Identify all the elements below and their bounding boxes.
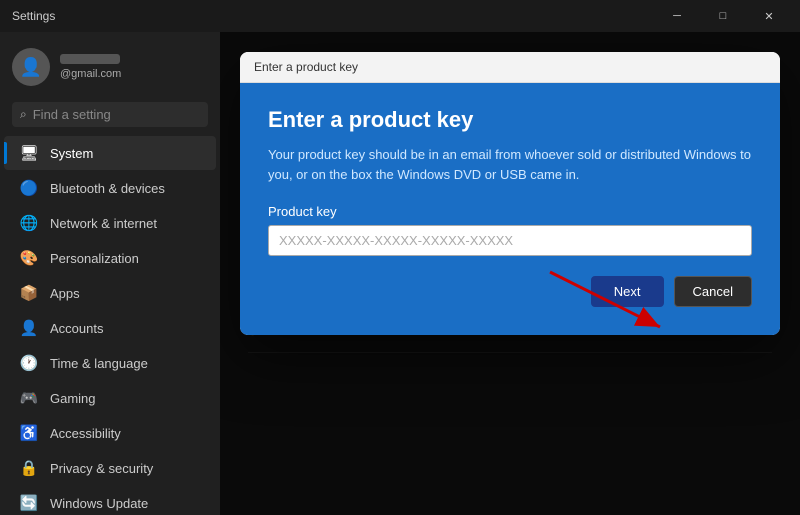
user-name-blur — [60, 54, 120, 64]
minimize-button[interactable]: ─ — [654, 0, 700, 32]
bluetooth-icon: 🔵 — [20, 179, 38, 197]
sidebar-item-winupdate[interactable]: 🔄 Windows Update — [4, 486, 216, 515]
app-layout: 👤 @gmail.com ⌕ 🖥 System 🔵 Bluetooth & de… — [0, 32, 800, 515]
search-icon: ⌕ — [20, 107, 27, 122]
product-key-input[interactable] — [268, 225, 752, 256]
modal-window: Enter a product key Enter a product key … — [240, 52, 780, 335]
sidebar-item-bluetooth[interactable]: 🔵 Bluetooth & devices — [4, 171, 216, 205]
sidebar: 👤 @gmail.com ⌕ 🖥 System 🔵 Bluetooth & de… — [0, 32, 220, 515]
sidebar-label-accessibility: Accessibility — [50, 426, 121, 441]
winupdate-icon: 🔄 — [20, 494, 38, 512]
modal-heading: Enter a product key — [268, 107, 752, 133]
next-button[interactable]: Next — [591, 276, 664, 307]
sidebar-item-apps[interactable]: 📦 Apps — [4, 276, 216, 310]
sidebar-item-accounts[interactable]: 👤 Accounts — [4, 311, 216, 345]
settings-title: Settings — [12, 9, 55, 23]
accounts-icon: 👤 — [20, 319, 38, 337]
sidebar-label-system: System — [50, 146, 93, 161]
modal-title: Enter a product key — [254, 60, 358, 74]
sidebar-label-time: Time & language — [50, 356, 148, 371]
sidebar-item-accessibility[interactable]: ♿ Accessibility — [4, 416, 216, 450]
sidebar-label-network: Network & internet — [50, 216, 157, 231]
modal-body: Enter a product key Your product key sho… — [240, 83, 780, 335]
system-icon: 🖥 — [20, 144, 38, 162]
close-button[interactable]: ✕ — [746, 0, 792, 32]
modal-title-bar: Enter a product key — [240, 52, 780, 83]
network-icon: 🌐 — [20, 214, 38, 232]
maximize-button[interactable]: □ — [700, 0, 746, 32]
sidebar-label-apps: Apps — [50, 286, 80, 301]
user-info: @gmail.com — [60, 54, 121, 80]
search-input[interactable] — [33, 107, 200, 122]
sidebar-label-winupdate: Windows Update — [50, 496, 148, 511]
user-email: @gmail.com — [60, 68, 121, 80]
user-section: 👤 @gmail.com — [0, 40, 220, 102]
sidebar-item-time[interactable]: 🕐 Time & language — [4, 346, 216, 380]
accessibility-icon: ♿ — [20, 424, 38, 442]
sidebar-item-personalization[interactable]: 🎨 Personalization — [4, 241, 216, 275]
sidebar-label-privacy: Privacy & security — [50, 461, 153, 476]
sidebar-label-gaming: Gaming — [50, 391, 96, 406]
gaming-icon: 🎮 — [20, 389, 38, 407]
sidebar-item-gaming[interactable]: 🎮 Gaming — [4, 381, 216, 415]
sidebar-nav: 🖥 System 🔵 Bluetooth & devices 🌐 Network… — [0, 135, 220, 515]
privacy-icon: 🔒 — [20, 459, 38, 477]
sidebar-label-accounts: Accounts — [50, 321, 103, 336]
modal-input-label: Product key — [268, 204, 752, 219]
title-bar-left: Settings — [12, 9, 55, 23]
cancel-button[interactable]: Cancel — [674, 276, 752, 307]
modal-description: Your product key should be in an email f… — [268, 145, 752, 184]
sidebar-item-network[interactable]: 🌐 Network & internet — [4, 206, 216, 240]
apps-icon: 📦 — [20, 284, 38, 302]
sidebar-label-personalization: Personalization — [50, 251, 139, 266]
modal-actions: Next Cancel — [268, 276, 752, 307]
sidebar-item-system[interactable]: 🖥 System — [4, 136, 216, 170]
personalization-icon: 🎨 — [20, 249, 38, 267]
sidebar-item-privacy[interactable]: 🔒 Privacy & security — [4, 451, 216, 485]
time-icon: 🕐 — [20, 354, 38, 372]
title-bar-controls: ─ □ ✕ — [654, 0, 792, 32]
search-box[interactable]: ⌕ — [12, 102, 208, 127]
modal-overlay: Enter a product key Enter a product key … — [220, 32, 800, 515]
sidebar-label-bluetooth: Bluetooth & devices — [50, 181, 165, 196]
content-area: System > Activation 🔑 Change product key… — [220, 32, 800, 515]
title-bar: Settings ─ □ ✕ — [0, 0, 800, 32]
avatar: 👤 — [12, 48, 50, 86]
